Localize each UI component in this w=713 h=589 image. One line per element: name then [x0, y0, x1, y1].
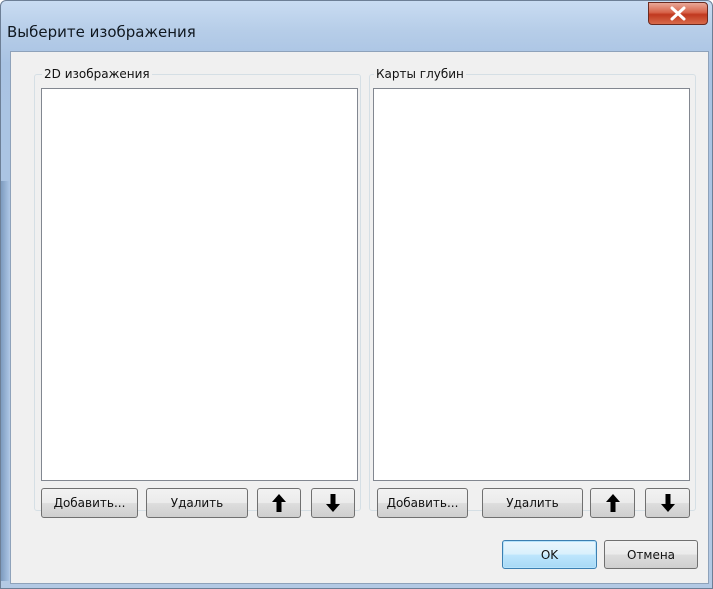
images-remove-button[interactable]: Удалить: [146, 488, 248, 518]
dialog-window: Выберите изображения Добавить... Удалить…: [0, 0, 713, 589]
arrow-down-icon: [660, 494, 675, 512]
images-move-up-button[interactable]: [257, 488, 301, 518]
arrow-up-icon: [272, 494, 286, 512]
images-group-label: 2D изображения: [42, 67, 152, 81]
images-add-button[interactable]: Добавить...: [41, 488, 138, 518]
depth-maps-listbox[interactable]: [373, 88, 690, 481]
window-edge-accent: [1, 181, 9, 581]
ok-button[interactable]: OK: [502, 540, 597, 569]
images-move-down-button[interactable]: [311, 488, 355, 518]
depth-maps-group-label: Карты глубин: [374, 67, 466, 81]
depth-move-up-button[interactable]: [590, 488, 635, 518]
depth-add-button[interactable]: Добавить...: [377, 488, 468, 518]
close-button[interactable]: [648, 2, 708, 25]
images-listbox[interactable]: [41, 88, 358, 481]
window-title: Выберите изображения: [7, 23, 196, 41]
depth-remove-button[interactable]: Удалить: [482, 488, 583, 518]
arrow-up-icon: [605, 494, 620, 512]
depth-move-down-button[interactable]: [645, 488, 690, 518]
dialog-client-area: Добавить... Удалить Добавить... Удалить: [10, 51, 709, 584]
close-icon: [670, 6, 686, 21]
arrow-down-icon: [326, 494, 340, 512]
cancel-button[interactable]: Отмена: [604, 540, 698, 569]
